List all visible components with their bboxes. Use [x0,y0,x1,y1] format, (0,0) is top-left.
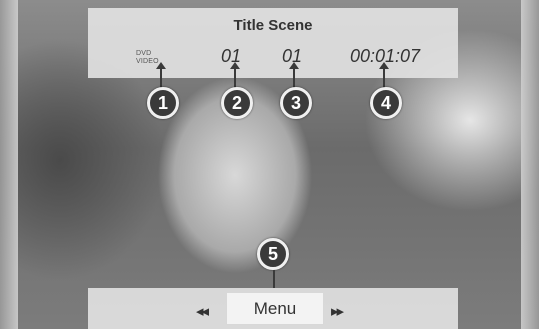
info-row: DVD VIDEO 01 01 00:01:07 [88,46,458,68]
callout-2: 2 [221,87,253,119]
callout-1: 1 [147,87,179,119]
callout-3: 3 [280,87,312,119]
callout-5: 5 [257,238,289,270]
next-chapter-icon[interactable]: ▸▸ [331,302,344,320]
callout-3-leader [293,68,295,88]
callout-4: 4 [370,87,402,119]
screen-edge-right [521,0,539,329]
control-bar: ◂◂ Menu ▸▸ [88,288,458,329]
callout-1-leader [160,68,162,88]
callout-4-leader [383,68,385,88]
previous-chapter-icon[interactable]: ◂◂ [196,302,209,320]
status-bar: Title Scene DVD VIDEO 01 01 00:01:07 [88,8,458,78]
header-title: Title Scene [233,17,313,34]
menu-button[interactable]: Menu [226,292,324,325]
callout-5-leader [273,270,275,288]
callout-2-leader [234,68,236,88]
screen-edge-left [0,0,18,329]
